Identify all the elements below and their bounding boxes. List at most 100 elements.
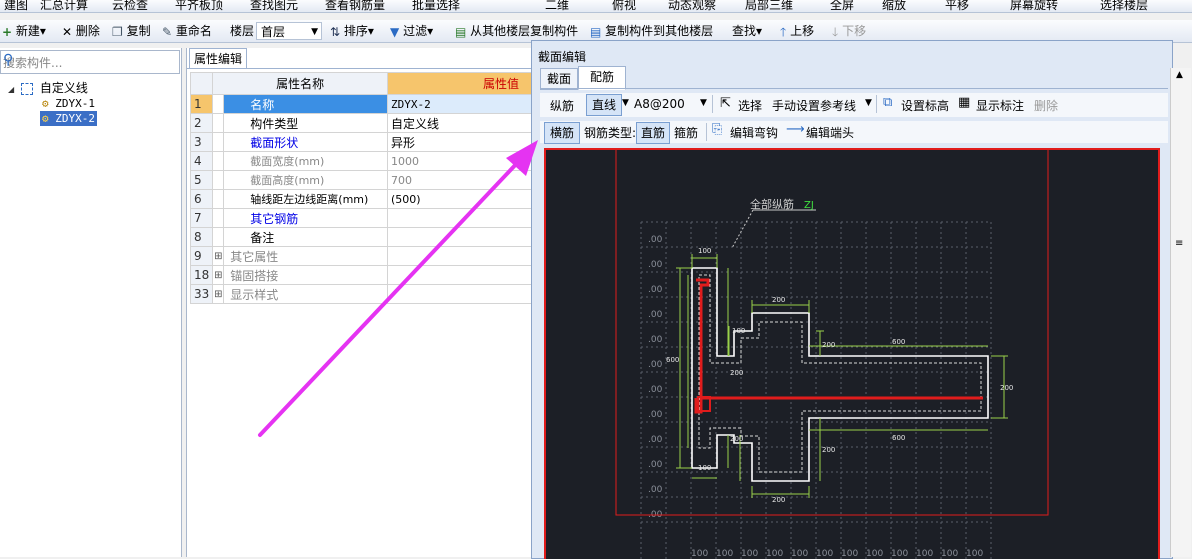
- show-label-button[interactable]: 显示标注: [976, 97, 1024, 114]
- table-row[interactable]: 6 轴线距左边线距离(mm) (500): [189, 189, 532, 209]
- toolbar-item-topview[interactable]: 俯视: [612, 0, 636, 12]
- header-corner: [189, 72, 214, 95]
- table-row[interactable]: 7 其它钢筋: [189, 208, 532, 228]
- move-down-button[interactable]: 🡓 下移: [832, 20, 866, 42]
- dim-label: 600: [892, 434, 905, 442]
- divider: [712, 95, 713, 113]
- rename-button[interactable]: ✎ 重命名: [162, 20, 212, 42]
- table-row[interactable]: 1 名称 ZDYX-2: [189, 94, 532, 114]
- horizontal-rebar-button[interactable]: 横筋: [544, 122, 580, 144]
- toolbar-item-rotate[interactable]: 屏幕旋转: [1010, 0, 1058, 12]
- edit-hook-button[interactable]: 编辑弯钩: [730, 124, 778, 141]
- find-button[interactable]: 查找▾: [732, 20, 762, 42]
- row-expander: [212, 94, 225, 114]
- move-up-button[interactable]: 🡑 上移: [780, 20, 814, 42]
- tab-reinforcement[interactable]: 配筋: [578, 66, 626, 90]
- toolbar-item-orbit[interactable]: 动态观察: [668, 0, 716, 12]
- property-value[interactable]: 自定义线: [387, 113, 532, 133]
- tab-property-edit[interactable]: 属性编辑: [189, 48, 248, 69]
- copy-to-floor-button[interactable]: ▤ 复制构件到其他楼层: [590, 20, 713, 42]
- row-number: 1: [189, 94, 214, 114]
- toolbar-item-fullscreen[interactable]: 全屏: [830, 0, 854, 12]
- property-value[interactable]: 异形: [387, 132, 532, 152]
- toolbar-item-select-floor[interactable]: 选择楼层: [1100, 0, 1148, 12]
- property-value[interactable]: (500): [387, 189, 532, 209]
- property-value[interactable]: 1000: [387, 151, 532, 171]
- chevron-down-icon[interactable]: ▼: [622, 98, 629, 108]
- scroll-up-icon[interactable]: ▲: [1176, 70, 1183, 80]
- table-row[interactable]: 33 ⊞ 显示样式: [189, 284, 532, 304]
- edit-hook-icon: ⎘: [712, 122, 723, 137]
- set-elevation-button[interactable]: 设置标高: [901, 97, 949, 114]
- ruler-label: 100: [866, 549, 883, 559]
- sort-button[interactable]: ⇅ 排序▾: [330, 20, 374, 42]
- toolbar-item-align-top[interactable]: 平齐板顶: [175, 0, 223, 12]
- property-value[interactable]: [387, 246, 532, 266]
- line-mode-button[interactable]: 直线: [586, 94, 622, 116]
- gear-icon: ⚙: [42, 97, 49, 110]
- ref-line-button[interactable]: 手动设置参考线: [772, 97, 856, 114]
- edit-end-button[interactable]: 编辑端头: [806, 124, 854, 141]
- chevron-down-icon[interactable]: ▼: [865, 98, 872, 108]
- chevron-down-icon[interactable]: ▼: [700, 98, 707, 108]
- search-input[interactable]: 搜索构件... ⚲: [0, 50, 180, 74]
- property-name: 显示样式: [223, 284, 388, 304]
- toolbar-item-calc[interactable]: 汇总计算: [40, 0, 88, 12]
- select-button[interactable]: 选择: [738, 97, 762, 114]
- toolbar-item-jiantu[interactable]: 建图: [4, 0, 28, 12]
- table-row[interactable]: 3 截面形状 异形: [189, 132, 532, 152]
- toolbar-item-find[interactable]: 查找图元: [250, 0, 298, 12]
- toolbar-item-view-rebar[interactable]: 查看钢筋量: [325, 0, 385, 12]
- toolbar-item-2d[interactable]: 二维: [545, 0, 569, 12]
- dim-label: 100: [698, 247, 711, 255]
- ruler-label: .00: [648, 485, 663, 495]
- longitudinal-rebar-label[interactable]: 纵筋: [550, 97, 574, 114]
- ruler-label: .00: [648, 410, 663, 420]
- tree-root[interactable]: ◢ 自定义线: [8, 80, 88, 96]
- col-header-name: 属性名称: [212, 72, 388, 95]
- table-row[interactable]: 8 备注: [189, 227, 532, 247]
- dim-label: 200: [822, 341, 835, 349]
- section-drawing-canvas[interactable]: .00 .00 .00 .00 .00 .00 .00 .00 .00 .00 …: [544, 148, 1160, 559]
- filter-button[interactable]: ▼ 过滤▾: [390, 20, 433, 42]
- table-row[interactable]: 18 ⊞ 锚固搭接: [189, 265, 532, 285]
- toolbar-item-zoom[interactable]: 缩放: [882, 0, 906, 12]
- delete-button[interactable]: ✕ 删除: [62, 20, 100, 42]
- new-button[interactable]: + 新建▾: [2, 20, 46, 42]
- ruler-label: .00: [648, 260, 663, 270]
- row-number: 4: [189, 151, 214, 171]
- property-value[interactable]: [387, 208, 532, 228]
- search-icon[interactable]: ⚲: [3, 52, 175, 68]
- stirrup-button[interactable]: 箍筋: [674, 124, 698, 141]
- toolbar-item-cloud-check[interactable]: 云检查: [112, 0, 148, 12]
- property-value[interactable]: [387, 284, 532, 304]
- collapse-icon[interactable]: ◢: [8, 85, 14, 94]
- property-value[interactable]: [387, 265, 532, 285]
- expand-icon[interactable]: ⊞: [212, 246, 225, 266]
- tree-item-zdyx-2[interactable]: ⚙ ZDYX-2: [40, 111, 97, 126]
- tree-item-zdyx-1[interactable]: ⚙ ZDYX-1: [42, 96, 95, 111]
- vertical-scrollbar[interactable]: ▲ ≡: [1170, 68, 1191, 557]
- delete-button[interactable]: 删除: [1034, 97, 1058, 114]
- property-value[interactable]: 700: [387, 170, 532, 190]
- scroll-thumb[interactable]: ≡: [1175, 238, 1183, 249]
- table-row[interactable]: 9 ⊞ 其它属性: [189, 246, 532, 266]
- copy-from-floor-button[interactable]: ▤ 从其他楼层复制构件: [455, 20, 578, 42]
- table-row[interactable]: 4 截面宽度(mm) 1000: [189, 151, 532, 171]
- property-value[interactable]: [387, 227, 532, 247]
- toolbar-item-pan[interactable]: 平移: [945, 0, 969, 12]
- copy-button[interactable]: ❐ 复制: [112, 20, 151, 42]
- expand-icon[interactable]: ⊞: [212, 284, 225, 304]
- table-row[interactable]: 5 截面高度(mm) 700: [189, 170, 532, 190]
- straight-rebar-button[interactable]: 直筋: [636, 122, 670, 144]
- property-value[interactable]: ZDYX-2: [387, 94, 532, 114]
- ruler-label: 100: [766, 549, 783, 559]
- toolbar-item-batch-select[interactable]: 批量选择: [412, 0, 460, 12]
- tab-section[interactable]: 截面: [540, 68, 578, 90]
- rebar-spec-value[interactable]: A8@200: [634, 97, 685, 111]
- toolbar-item-local3d[interactable]: 局部三维: [745, 0, 793, 12]
- expand-icon[interactable]: ⊞: [212, 265, 225, 285]
- table-row[interactable]: 2 构件类型 自定义线: [189, 113, 532, 133]
- floor-select[interactable]: 首层 ▼: [256, 22, 322, 40]
- property-name: 构件类型: [223, 113, 388, 133]
